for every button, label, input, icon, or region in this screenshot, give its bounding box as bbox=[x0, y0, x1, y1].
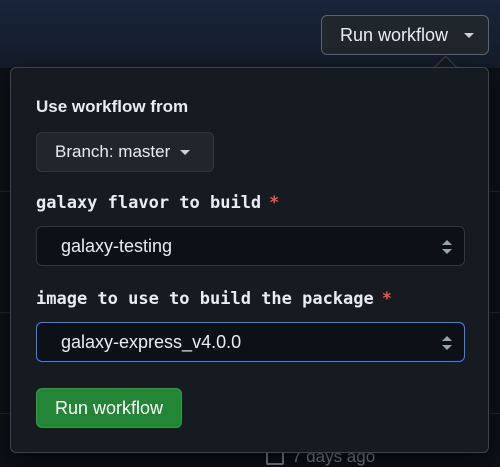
flavor-field-label: galaxy flavor to build * bbox=[36, 193, 279, 213]
use-workflow-from-heading: Use workflow from bbox=[36, 97, 189, 116]
branch-label: Branch: master bbox=[55, 142, 171, 161]
run-workflow-popover: Use workflow from Branch: master galaxy … bbox=[10, 67, 489, 453]
image-select[interactable]: galaxy-express_v4.0.0 bbox=[36, 322, 465, 362]
flavor-field-label-text: galaxy flavor to build bbox=[36, 193, 262, 213]
select-arrows-icon bbox=[442, 336, 452, 350]
image-field-label: image to use to build the package * bbox=[36, 289, 392, 309]
run-workflow-submit-button[interactable]: Run workflow bbox=[36, 388, 182, 428]
run-workflow-dropdown-button[interactable]: Run workflow bbox=[321, 15, 489, 55]
required-marker: * bbox=[381, 289, 393, 309]
select-arrows-icon bbox=[442, 240, 452, 254]
run-workflow-label: Run workflow bbox=[340, 24, 449, 45]
branch-select-button[interactable]: Branch: master bbox=[36, 132, 214, 172]
image-select-value: galaxy-express_v4.0.0 bbox=[61, 331, 242, 352]
flavor-select[interactable]: galaxy-testing bbox=[36, 226, 465, 266]
required-marker: * bbox=[269, 193, 280, 213]
chevron-down-icon bbox=[464, 32, 475, 38]
chevron-down-icon bbox=[180, 149, 191, 155]
flavor-select-value: galaxy-testing bbox=[61, 235, 173, 256]
image-field-label-text: image to use to build the package bbox=[36, 289, 374, 309]
